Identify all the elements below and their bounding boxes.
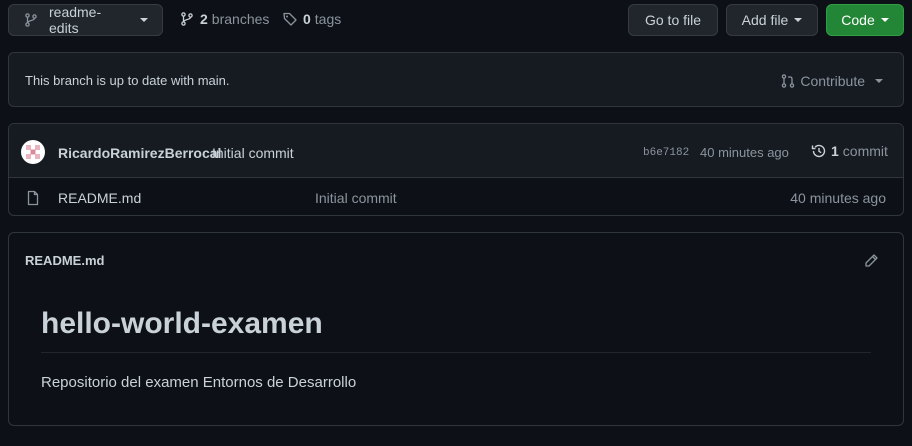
history-icon <box>811 143 827 159</box>
file-name[interactable]: README.md <box>58 190 141 206</box>
contribute-dropdown[interactable]: Contribute <box>780 73 883 89</box>
commit-history-link[interactable]: 1 commit <box>811 143 888 159</box>
file-row[interactable]: README.md Initial commit 40 minutes ago <box>9 179 903 216</box>
branch-status-message: This branch is up to date with main. <box>25 73 230 88</box>
branches-label: branches <box>211 11 270 27</box>
avatar[interactable] <box>21 140 45 164</box>
code-button[interactable]: Code <box>826 4 904 36</box>
code-label: Code <box>841 12 875 28</box>
go-to-file-label: Go to file <box>644 12 702 28</box>
tag-icon <box>282 11 298 27</box>
latest-commit-row: RicardoRamirezBerrocal Initial commit b6… <box>9 124 903 178</box>
add-file-button[interactable]: Add file <box>726 4 818 36</box>
git-pull-request-icon <box>780 73 796 89</box>
chevron-down-icon <box>875 79 883 83</box>
file-list-box: RicardoRamirezBerrocal Initial commit b6… <box>8 123 904 216</box>
branch-status-box: This branch is up to date with main. Con… <box>8 52 904 107</box>
readme-box: README.md hello-world-examen Repositorio… <box>8 232 904 426</box>
readme-heading: hello-world-examen <box>41 307 323 340</box>
file-icon <box>25 190 41 206</box>
branch-selector-button[interactable]: readme-edits <box>8 4 163 36</box>
commit-sha[interactable]: b6e7182 <box>643 147 689 159</box>
chevron-down-icon <box>794 18 803 22</box>
pencil-icon[interactable] <box>863 253 879 269</box>
contribute-label: Contribute <box>800 73 865 89</box>
go-to-file-button[interactable]: Go to file <box>628 4 718 36</box>
commit-time: 40 minutes ago <box>700 145 789 160</box>
git-branch-icon <box>23 12 39 28</box>
commit-author[interactable]: RicardoRamirezBerrocal <box>58 145 221 161</box>
branches-count: 2 <box>200 11 208 27</box>
commits-count: 1 <box>831 143 839 159</box>
readme-filename[interactable]: README.md <box>25 253 104 268</box>
add-file-label: Add file <box>741 12 789 28</box>
chevron-down-icon <box>140 18 148 22</box>
tags-label: tags <box>314 11 342 27</box>
commit-message[interactable]: Initial commit <box>212 145 294 161</box>
tags-count: 0 <box>303 11 311 27</box>
tags-link[interactable]: 0 tags <box>282 11 341 27</box>
heading-divider <box>41 352 871 353</box>
file-commit-message[interactable]: Initial commit <box>315 190 397 206</box>
file-commit-time: 40 minutes ago <box>790 190 886 206</box>
git-branch-icon <box>179 11 195 27</box>
readme-body: Repositorio del examen Entornos de Desar… <box>41 374 357 391</box>
branches-link[interactable]: 2 branches <box>179 11 269 27</box>
branch-name: readme-edits <box>49 4 102 36</box>
chevron-down-icon <box>880 18 889 22</box>
commits-label: commit <box>842 143 888 159</box>
